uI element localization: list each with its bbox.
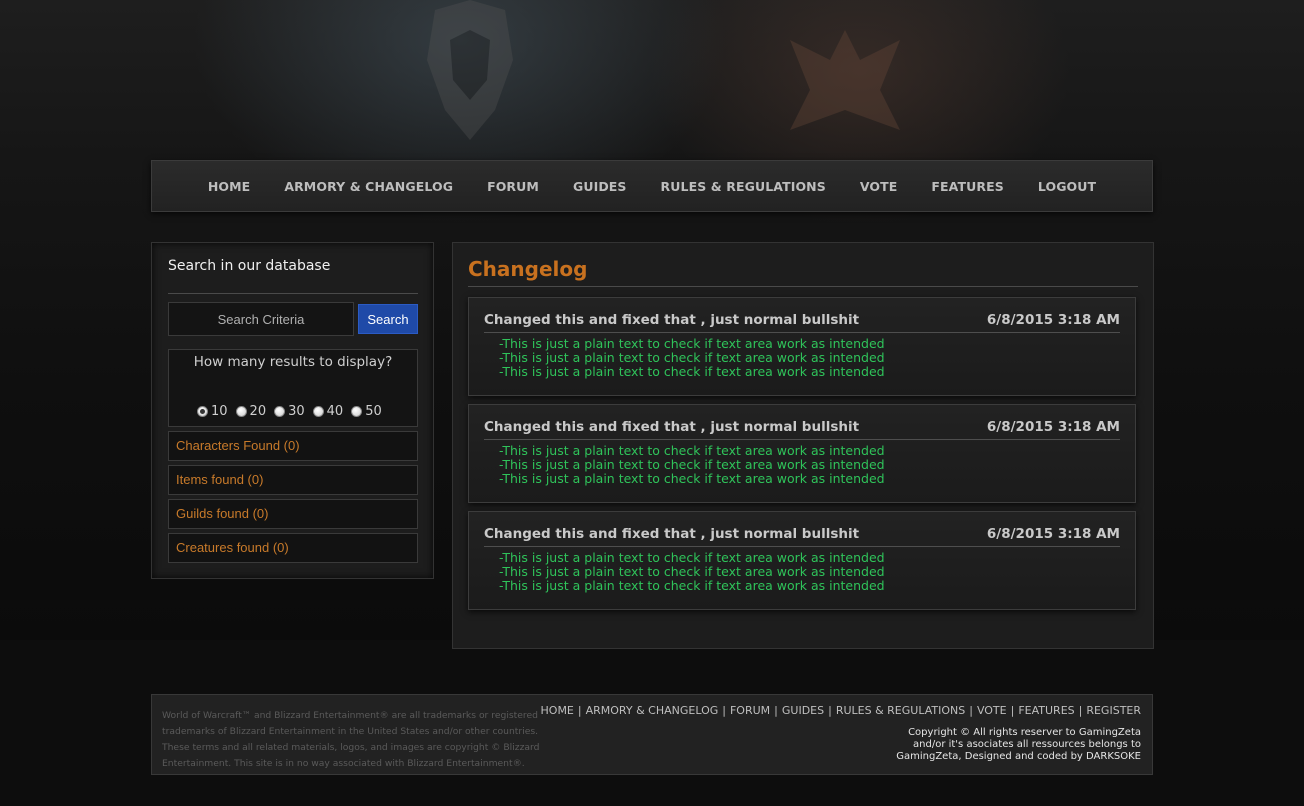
changelog-entry-title: Changed this and fixed that , just norma… bbox=[484, 419, 860, 435]
footer-link-forum[interactable]: FORUM bbox=[730, 704, 770, 717]
changelog-entry: Changed this and fixed that , just norma… bbox=[468, 297, 1136, 396]
radio-icon[interactable] bbox=[235, 406, 247, 417]
changelog-line: -This is just a plain text to check if t… bbox=[499, 443, 885, 458]
radio-icon[interactable] bbox=[274, 406, 286, 417]
changelog-entry-title: Changed this and fixed that , just norma… bbox=[484, 312, 860, 328]
nav-guides[interactable]: GUIDES bbox=[573, 179, 627, 194]
creatures-found-link[interactable]: Creatures found (0) bbox=[168, 533, 418, 563]
results-option-30[interactable]: 30 bbox=[274, 404, 305, 419]
changelog-line: -This is just a plain text to check if t… bbox=[499, 457, 885, 472]
search-panel-title: Search in our database bbox=[168, 258, 331, 274]
changelog-entry-body: -This is just a plain text to check if t… bbox=[499, 337, 885, 379]
footer-link-guides[interactable]: GUIDES bbox=[782, 704, 824, 717]
divider bbox=[484, 332, 1120, 333]
nav-vote[interactable]: VOTE bbox=[860, 179, 898, 194]
changelog-line: -This is just a plain text to check if t… bbox=[499, 364, 885, 379]
nav-rules-regulations[interactable]: RULES & REGULATIONS bbox=[661, 179, 826, 194]
changelog-line: -This is just a plain text to check if t… bbox=[499, 471, 885, 486]
footer-link-vote[interactable]: VOTE bbox=[977, 704, 1007, 717]
results-option-50[interactable]: 50 bbox=[351, 404, 382, 419]
footer-copyright: Copyright © All rights reserver to Gamin… bbox=[896, 727, 1141, 762]
nav-features[interactable]: FEATURES bbox=[931, 179, 1003, 194]
guilds-found-link[interactable]: Guilds found (0) bbox=[168, 499, 418, 529]
radio-icon[interactable] bbox=[312, 406, 324, 417]
divider bbox=[484, 546, 1120, 547]
changelog-line: -This is just a plain text to check if t… bbox=[499, 336, 885, 351]
changelog-entry: Changed this and fixed that , just norma… bbox=[468, 404, 1136, 503]
footer-link-armory-changelog[interactable]: ARMORY & CHANGELOG bbox=[586, 704, 719, 717]
results-count-label: How many results to display? bbox=[193, 354, 393, 370]
radio-icon[interactable] bbox=[351, 406, 363, 417]
footer-link-rules-regulations[interactable]: RULES & REGULATIONS bbox=[836, 704, 965, 717]
results-option-10[interactable]: 10 bbox=[197, 404, 228, 419]
nav-forum[interactable]: FORUM bbox=[487, 179, 539, 194]
changelog-entry-date: 6/8/2015 3:18 AM bbox=[986, 312, 1120, 328]
search-input[interactable] bbox=[168, 302, 354, 336]
changelog-entry-date: 6/8/2015 3:18 AM bbox=[986, 526, 1120, 542]
characters-found-link[interactable]: Characters Found (0) bbox=[168, 431, 418, 461]
changelog-line: -This is just a plain text to check if t… bbox=[499, 564, 885, 579]
footer-legal-text: World of Warcraft™ and Blizzard Entertai… bbox=[162, 710, 540, 769]
changelog-entry-title: Changed this and fixed that , just norma… bbox=[484, 526, 860, 542]
divider bbox=[484, 439, 1120, 440]
footer-link-register[interactable]: REGISTER bbox=[1086, 704, 1141, 717]
changelog-entry-body: -This is just a plain text to check if t… bbox=[499, 551, 885, 593]
changelog-line: -This is just a plain text to check if t… bbox=[499, 578, 885, 593]
changelog-entry: Changed this and fixed that , just norma… bbox=[468, 511, 1136, 610]
items-found-link[interactable]: Items found (0) bbox=[168, 465, 418, 495]
horde-emblem-icon bbox=[790, 30, 900, 130]
search-panel: Search in our database Search How many r… bbox=[151, 242, 434, 579]
main-nav: HOME ARMORY & CHANGELOG FORUM GUIDES RUL… bbox=[151, 160, 1153, 212]
divider bbox=[468, 286, 1138, 287]
results-count-options: 10 20 30 40 50 bbox=[197, 404, 382, 419]
footer-nav: HOME | ARMORY & CHANGELOG | FORUM | GUIDES | RUL… bbox=[540, 704, 1141, 717]
results-count-box: How many results to display? 10 20 30 40… bbox=[168, 349, 418, 427]
divider bbox=[168, 293, 418, 294]
alliance-emblem-icon bbox=[427, 0, 513, 140]
search-button[interactable]: Search bbox=[358, 304, 418, 334]
radio-selected-icon[interactable] bbox=[197, 406, 208, 417]
changelog-line: -This is just a plain text to check if t… bbox=[499, 550, 885, 565]
results-option-40[interactable]: 40 bbox=[312, 404, 343, 419]
changelog-entry-body: -This is just a plain text to check if t… bbox=[499, 444, 885, 486]
changelog-panel: Changelog Changed this and fixed that , … bbox=[452, 242, 1154, 649]
footer-link-home[interactable]: HOME bbox=[541, 704, 574, 717]
footer-link-features[interactable]: FEATURES bbox=[1018, 704, 1074, 717]
changelog-entry-date: 6/8/2015 3:18 AM bbox=[986, 419, 1120, 435]
footer: World of Warcraft™ and Blizzard Entertai… bbox=[151, 694, 1153, 775]
changelog-title: Changelog bbox=[468, 257, 588, 281]
nav-home[interactable]: HOME bbox=[208, 179, 250, 194]
nav-armory-changelog[interactable]: ARMORY & CHANGELOG bbox=[284, 179, 453, 194]
results-option-20[interactable]: 20 bbox=[235, 404, 266, 419]
nav-logout[interactable]: LOGOUT bbox=[1038, 179, 1096, 194]
changelog-line: -This is just a plain text to check if t… bbox=[499, 350, 885, 365]
